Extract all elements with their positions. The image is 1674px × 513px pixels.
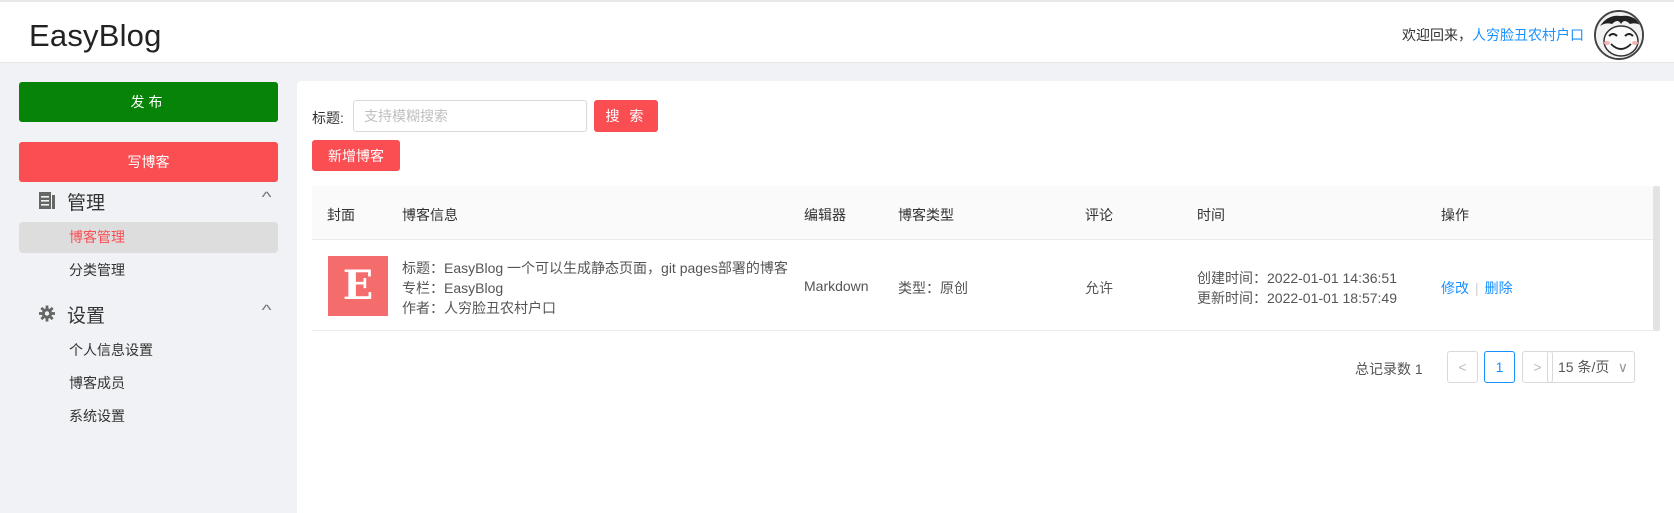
sidebar-item-blog-members[interactable]: 博客成员 [19, 368, 278, 399]
column-header-type: 博客类型 [898, 207, 954, 223]
search-button[interactable]: 搜 索 [594, 100, 658, 132]
search-input[interactable] [353, 100, 587, 132]
chevron-up-icon: ^ [261, 189, 272, 206]
menu-group-title: 管理 [67, 193, 106, 214]
avatar-face-icon [1596, 12, 1642, 58]
total-records: 总记录数 1 [1355, 361, 1423, 377]
delete-link[interactable]: 删除 [1485, 280, 1513, 296]
created-time: 创建时间：2022-01-01 14:36:51 [1197, 270, 1397, 286]
main-panel: 标题: 搜 索 新增博客 封面 博客信息 编辑器 博客类型 评论 时间 操作 E… [297, 81, 1674, 513]
welcome-text: 欢迎回来， [1402, 27, 1472, 43]
add-blog-button[interactable]: 新增博客 [312, 140, 400, 171]
column-header-time: 时间 [1197, 207, 1225, 223]
page-size-select[interactable]: 15 条/页 ∨ [1547, 351, 1635, 383]
edit-link[interactable]: 修改 [1441, 280, 1469, 296]
document-icon [39, 192, 55, 209]
blog-column: 专栏：EasyBlog [402, 280, 504, 296]
publish-button[interactable]: 发布 [19, 82, 278, 122]
search-label: 标题: [312, 110, 344, 126]
username-link[interactable]: 人穷脸丑农村户口 [1472, 25, 1584, 45]
blog-title: 标题：EasyBlog 一个可以生成静态页面，git pages部署的博客 [402, 260, 788, 276]
page-1-button[interactable]: 1 [1484, 351, 1515, 383]
menu-group-manage[interactable]: 管理 ^ [19, 182, 278, 218]
menu-group-settings[interactable]: 设置 ^ [19, 295, 278, 331]
top-header: EasyBlog 欢迎回来， 人穷脸丑农村户口 [0, 0, 1674, 63]
table-header: 封面 博客信息 编辑器 博客类型 评论 时间 操作 [312, 186, 1653, 240]
avatar[interactable] [1594, 10, 1644, 60]
column-header-info: 博客信息 [402, 207, 458, 223]
sidebar-item-system-settings[interactable]: 系统设置 [19, 401, 278, 432]
table-row: E 标题：EasyBlog 一个可以生成静态页面，git pages部署的博客 … [312, 240, 1653, 331]
app-logo[interactable]: EasyBlog [29, 18, 162, 54]
page-size-value: 15 条/页 [1558, 359, 1610, 375]
blog-author: 作者：人穷脸丑农村户口 [402, 300, 556, 316]
sidebar: 发布 写博客 管理 ^ 博客管理 分类管理 设置 ^ 个人信息设置 博客成员 系… [0, 63, 297, 513]
actions-cell: 修改 | 删除 [1441, 278, 1513, 298]
column-header-actions: 操作 [1441, 207, 1469, 223]
chevron-down-icon: ∨ [1617, 359, 1628, 375]
comment-cell: 允许 [1085, 280, 1113, 296]
type-cell: 类型：原创 [898, 280, 968, 296]
write-blog-button[interactable]: 写博客 [19, 142, 278, 182]
editor-cell: Markdown [804, 278, 869, 294]
menu-group-title: 设置 [67, 306, 106, 327]
pagination: 总记录数 1 < 1 > 15 条/页 ∨ [297, 351, 1674, 383]
cover-image: E [328, 256, 388, 316]
column-header-cover: 封面 [327, 207, 355, 223]
prev-page-button[interactable]: < [1447, 351, 1478, 383]
user-area: 欢迎回来， 人穷脸丑农村户口 [1402, 10, 1644, 60]
gear-icon [39, 305, 55, 322]
sidebar-item-profile-settings[interactable]: 个人信息设置 [19, 335, 278, 366]
column-header-comment: 评论 [1085, 207, 1113, 223]
column-header-editor: 编辑器 [804, 207, 846, 223]
action-divider: | [1475, 280, 1479, 296]
chevron-up-icon: ^ [261, 302, 272, 319]
sidebar-item-blog-management[interactable]: 博客管理 [19, 222, 278, 253]
sidebar-item-category-management[interactable]: 分类管理 [19, 255, 278, 286]
table-scrollbar[interactable] [1653, 186, 1660, 331]
updated-time: 更新时间：2022-01-01 18:57:49 [1197, 290, 1397, 306]
